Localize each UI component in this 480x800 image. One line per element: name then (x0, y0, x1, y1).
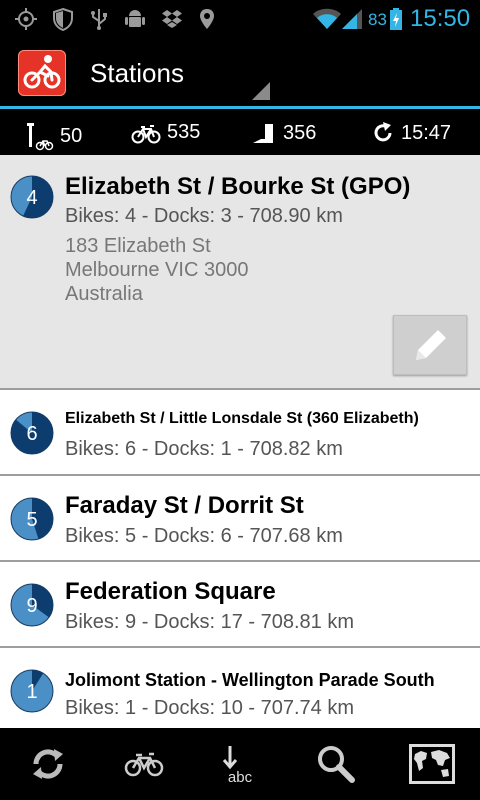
station-name: Federation Square (65, 578, 276, 605)
bikes-stat: 535 (131, 121, 200, 144)
edit-button[interactable] (393, 315, 467, 375)
gps-icon (15, 8, 37, 30)
bike-icon (124, 752, 164, 777)
refresh-icon (33, 749, 63, 779)
refresh-small-icon (374, 122, 392, 142)
dropbox-icon (162, 10, 182, 28)
station-info: Bikes: 9 - Docks: 17 - 708.81 km (65, 611, 355, 633)
search-icon (318, 746, 355, 783)
availability-badge: 6 (10, 411, 54, 455)
docks-count: 356 (283, 121, 317, 144)
last-updated-time: 15:47 (401, 121, 452, 144)
updated-stat[interactable]: 15:47 (371, 121, 451, 145)
list-item[interactable]: 1 Jolimont Station - Wellington Parade S… (0, 648, 480, 728)
bike-count-label: 6 (26, 423, 37, 445)
pencil-icon (416, 330, 446, 360)
address-line-1: 183 Elizabeth St (65, 235, 211, 257)
page-title[interactable]: Stations (90, 58, 184, 89)
list-item[interactable]: 4 Elizabeth St / Bourke St (GPO) Bikes: … (0, 155, 480, 390)
stats-bar: 50 535 356 15:47 (0, 109, 480, 155)
shield-icon (53, 7, 73, 31)
clock: 15:50 (410, 5, 471, 32)
list-item[interactable]: 6 Elizabeth St / Little Lonsdale St (360… (0, 390, 480, 476)
bike-count-label: 9 (26, 595, 37, 617)
station-list[interactable]: 4 Elizabeth St / Bourke St (GPO) Bikes: … (0, 155, 480, 728)
station-name: Elizabeth St / Bourke St (GPO) (65, 173, 411, 200)
status-bar: 83 15:50 (0, 0, 480, 38)
sort-abc-icon: abc (222, 746, 253, 786)
station-name: Jolimont Station - Wellington Parade Sou… (65, 670, 435, 690)
availability-badge: 5 (10, 497, 54, 541)
bike-app-icon[interactable] (18, 50, 66, 96)
refresh-button[interactable] (0, 728, 96, 800)
stations-count: 50 (60, 124, 83, 147)
station-info: Bikes: 5 - Docks: 6 - 707.68 km (65, 525, 343, 547)
map-icon (409, 744, 455, 784)
availability-badge: 4 (10, 175, 54, 219)
wifi-icon (313, 8, 341, 29)
station-info: Bikes: 6 - Docks: 1 - 708.82 km (65, 438, 343, 460)
docks-stat: 356 (253, 121, 316, 145)
list-item[interactable]: 5 Faraday St / Dorrit St Bikes: 5 - Dock… (0, 476, 480, 562)
android-debug-icon (125, 10, 145, 27)
address-line-2: Melbourne VIC 3000 (65, 259, 249, 281)
signal-icon (342, 9, 362, 29)
bike-icon (131, 124, 161, 143)
availability-badge: 9 (10, 583, 54, 627)
station-info: Bikes: 1 - Docks: 10 - 707.74 km (65, 697, 355, 719)
sort-button[interactable]: abc (192, 728, 288, 800)
dock-icon (253, 124, 273, 143)
cyclist-icon (23, 55, 61, 89)
spinner-indicator[interactable] (252, 82, 270, 100)
stations-stat: 50 (26, 121, 82, 151)
battery-level: 83 (368, 10, 387, 29)
bikes-filter-button[interactable] (96, 728, 192, 800)
search-button[interactable] (288, 728, 384, 800)
address-line-3: Australia (65, 283, 143, 305)
usb-icon (91, 9, 107, 30)
location-pin-icon (200, 9, 214, 29)
bike-count-label: 5 (26, 509, 37, 531)
station-name: Faraday St / Dorrit St (65, 492, 304, 519)
station-name: Elizabeth St / Little Lonsdale St (360 E… (65, 410, 419, 427)
station-stand-icon (27, 123, 54, 151)
availability-badge: 1 (10, 669, 54, 713)
map-button[interactable] (384, 728, 480, 800)
bikes-count: 535 (167, 121, 201, 143)
action-bar: Stations (0, 38, 480, 106)
bike-count-label: 4 (26, 187, 37, 209)
station-info: Bikes: 4 - Docks: 3 - 708.90 km (65, 205, 343, 227)
station-address: 183 Elizabeth St Melbourne VIC 3000 Aust… (65, 234, 248, 306)
bottom-action-bar: abc (0, 728, 480, 800)
battery-charging-icon (390, 8, 402, 30)
bike-count-label: 1 (26, 681, 37, 703)
svg-text:abc: abc (228, 769, 253, 786)
list-item[interactable]: 9 Federation Square Bikes: 9 - Docks: 17… (0, 562, 480, 648)
